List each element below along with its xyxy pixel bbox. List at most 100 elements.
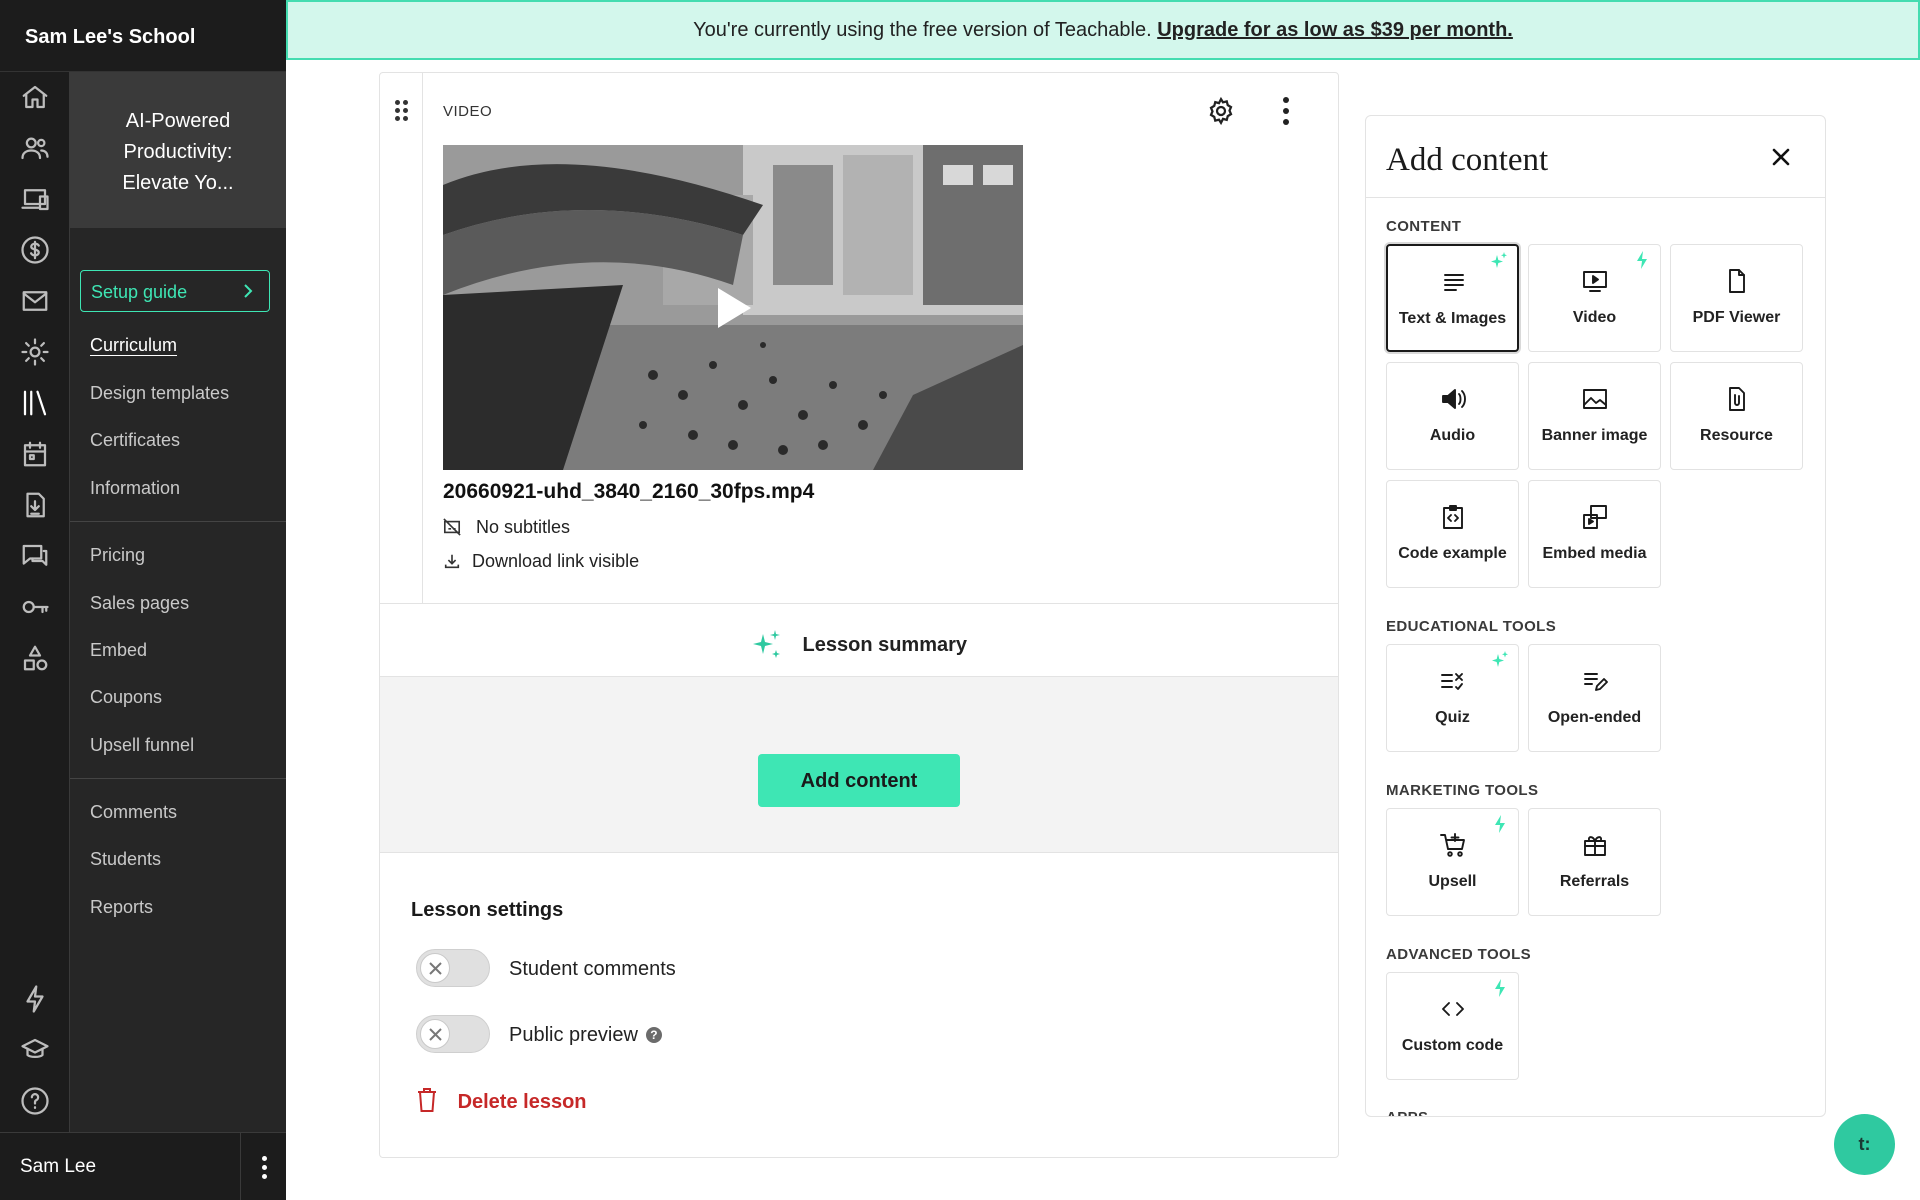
calendar-icon[interactable] <box>20 439 50 469</box>
upgrade-link[interactable]: Upgrade for as low as $39 per month. <box>1157 19 1513 41</box>
tile-audio[interactable]: Audio <box>1386 362 1519 470</box>
embed-media-icon <box>1581 503 1609 531</box>
tile-resource[interactable]: Resource <box>1670 362 1803 470</box>
tile-label: Referrals <box>1559 873 1630 890</box>
key-icon[interactable] <box>20 592 50 622</box>
dollar-icon[interactable] <box>20 235 50 265</box>
trash-icon <box>416 1088 458 1113</box>
no-subtitles-icon <box>443 517 476 537</box>
kebab-dot <box>1283 108 1289 114</box>
public-preview-label: Public preview <box>509 1024 638 1046</box>
download-doc-icon[interactable] <box>20 490 50 520</box>
download-status: Download link visible <box>443 551 639 572</box>
bolt-icon <box>1632 250 1652 270</box>
add-content-button[interactable]: Add content <box>758 754 960 807</box>
bolt-icon <box>1490 814 1510 834</box>
tile-label: Embed media <box>1542 545 1647 562</box>
tile-quiz[interactable]: Quiz <box>1386 644 1519 752</box>
mail-icon[interactable] <box>20 286 50 316</box>
support-chat-button[interactable]: t: <box>1834 1114 1895 1175</box>
block-settings-gear-icon[interactable] <box>1206 96 1236 126</box>
nav-embed[interactable]: Embed <box>90 640 147 661</box>
nav-students[interactable]: Students <box>90 849 161 870</box>
tile-open-ended[interactable]: Open-ended <box>1528 644 1661 752</box>
public-preview-row: Public preview? <box>509 1024 662 1047</box>
nav-pricing[interactable]: Pricing <box>90 545 145 566</box>
tile-text-images[interactable]: Text & Images <box>1386 244 1519 352</box>
tile-video[interactable]: Video <box>1528 244 1661 352</box>
bolt-icon <box>1490 978 1510 998</box>
chat-icon[interactable] <box>20 541 50 571</box>
user-menu-button[interactable] <box>240 1133 286 1200</box>
student-comments-label: Student comments <box>509 958 676 980</box>
nav-reports[interactable]: Reports <box>90 897 153 918</box>
nav-comments[interactable]: Comments <box>90 802 177 823</box>
course-title[interactable]: AI-Powered Productivity: Elevate Yo... <box>70 72 286 228</box>
code-clipboard-icon <box>1439 503 1467 531</box>
graduation-cap-icon[interactable] <box>20 1035 50 1065</box>
video-thumbnail[interactable] <box>443 145 1023 470</box>
nav-coupons[interactable]: Coupons <box>90 687 162 708</box>
tile-label: Custom code <box>1401 1037 1504 1054</box>
nav-sales-pages[interactable]: Sales pages <box>90 593 189 614</box>
home-icon[interactable] <box>20 82 50 112</box>
tile-label: Upsell <box>1428 873 1477 890</box>
download-label: Download link visible <box>472 551 640 571</box>
bolt-icon[interactable] <box>20 984 50 1014</box>
lesson-summary-button[interactable]: Lesson summary <box>380 603 1338 677</box>
block-type-label: VIDEO <box>443 103 493 120</box>
delete-lesson-button[interactable]: Delete lesson <box>416 1087 587 1114</box>
school-name[interactable]: Sam Lee's School <box>0 0 286 72</box>
tile-referrals[interactable]: Referrals <box>1528 808 1661 916</box>
nav-curriculum[interactable]: Curriculum <box>90 335 177 356</box>
student-comments-toggle[interactable] <box>416 949 490 987</box>
nav-design-templates[interactable]: Design templates <box>90 383 229 404</box>
ai-sparkle-icon <box>1490 650 1510 670</box>
nav-certificates[interactable]: Certificates <box>90 430 180 451</box>
public-preview-toggle[interactable] <box>416 1015 490 1053</box>
section-advanced-title: ADVANCED TOOLS <box>1386 946 1532 963</box>
x-icon <box>429 962 442 975</box>
subtitles-status: No subtitles <box>443 517 570 538</box>
gift-icon <box>1581 831 1609 859</box>
tile-label: Quiz <box>1435 709 1470 726</box>
tile-embed-media[interactable]: Embed media <box>1528 480 1661 588</box>
help-icon[interactable] <box>20 1086 50 1116</box>
section-apps-title: APPS <box>1386 1109 1428 1116</box>
drag-handle[interactable] <box>380 73 423 603</box>
setup-guide-button[interactable]: Setup guide <box>80 270 270 312</box>
tile-upsell[interactable]: Upsell <box>1386 808 1519 916</box>
x-icon <box>429 1028 442 1041</box>
drag-dot <box>395 100 400 105</box>
add-content-area: Add content <box>380 677 1338 853</box>
lesson-card: VIDEO 20660921-uhd_3840_2160_30fps.mp4 N… <box>379 72 1339 1158</box>
section-marketing-title: MARKETING TOOLS <box>1386 782 1539 799</box>
panel-header: Add content <box>1366 116 1825 198</box>
library-icon[interactable] <box>20 388 50 418</box>
close-icon[interactable] <box>1767 143 1795 171</box>
lesson-summary-label: Lesson summary <box>802 634 968 656</box>
nav-information[interactable]: Information <box>90 478 180 499</box>
image-icon <box>1581 385 1609 413</box>
kebab-dot <box>1283 119 1289 125</box>
tile-pdf-viewer[interactable]: PDF Viewer <box>1670 244 1803 352</box>
tile-code-example[interactable]: Code example <box>1386 480 1519 588</box>
nav-upsell-funnel[interactable]: Upsell funnel <box>90 735 194 756</box>
user-name[interactable]: Sam Lee <box>20 1156 96 1178</box>
toggle-knob <box>420 953 450 983</box>
document-icon <box>1723 267 1751 295</box>
users-icon[interactable] <box>20 133 50 163</box>
upgrade-banner: You're currently using the free version … <box>286 0 1920 60</box>
pencil-lines-icon <box>1581 667 1609 695</box>
shapes-icon[interactable] <box>20 643 50 673</box>
block-more-menu[interactable] <box>1280 97 1292 125</box>
help-circle-icon[interactable]: ? <box>645 1027 662 1043</box>
tile-banner-image[interactable]: Banner image <box>1528 362 1661 470</box>
gear-icon[interactable] <box>20 337 50 367</box>
paperclip-doc-icon <box>1723 385 1751 413</box>
sparkle-icon <box>751 630 803 658</box>
tile-label: Banner image <box>1541 427 1648 444</box>
devices-icon[interactable] <box>20 184 50 214</box>
drag-dot <box>403 116 408 121</box>
tile-custom-code[interactable]: Custom code <box>1386 972 1519 1080</box>
